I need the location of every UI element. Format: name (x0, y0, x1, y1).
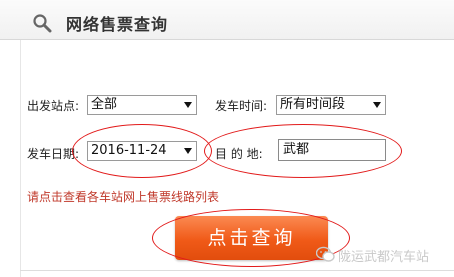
time-select-value: 所有时间段 (280, 97, 346, 112)
route-list-link[interactable]: 请点击查看各车站网上售票线路列表 (27, 188, 219, 205)
page-title: 网络售票查询 (66, 15, 169, 34)
date-label: 发车日期: (27, 147, 80, 161)
annotation-ellipse-date (72, 124, 212, 178)
origin-select-value: 全部 (91, 97, 118, 112)
chevron-down-icon (373, 102, 381, 108)
wechat-icon (316, 246, 335, 262)
origin-select[interactable]: 全部 (87, 95, 197, 115)
chevron-down-icon (184, 102, 192, 108)
time-label: 发车时间: (215, 99, 268, 113)
page-header: 网络售票查询 (0, 0, 454, 40)
watermark-text: 陇运武都汽车站 (338, 250, 430, 265)
origin-label: 出发站点: (27, 99, 80, 113)
annotation-ellipse-destination (204, 124, 402, 178)
divider (20, 40, 21, 277)
divider (20, 270, 454, 271)
time-select[interactable]: 所有时间段 (276, 95, 386, 115)
search-icon (33, 14, 52, 33)
